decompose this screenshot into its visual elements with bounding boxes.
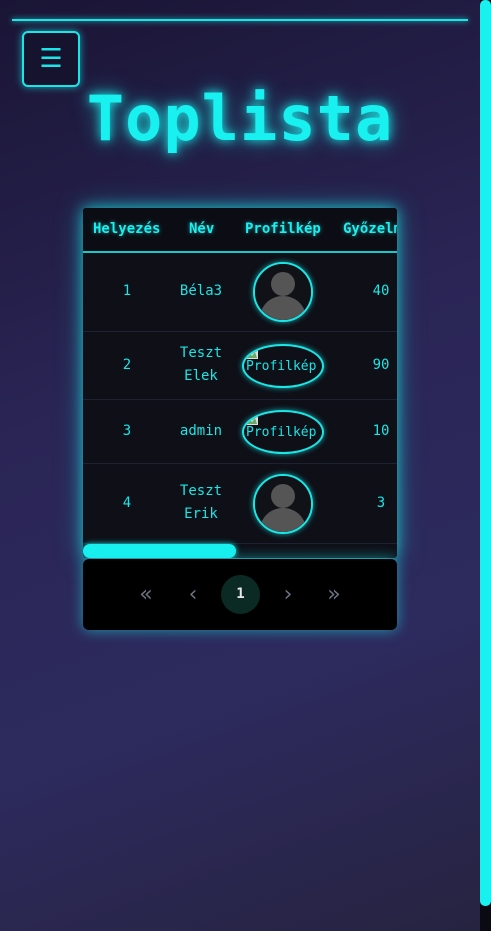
- prev-page-button[interactable]: ‹: [181, 575, 205, 614]
- page-scrollbar-thumb[interactable]: [480, 0, 491, 906]
- avatar-alt-text: Profilkép: [246, 425, 317, 440]
- name-cell: Teszt Erik: [175, 480, 227, 526]
- table-row: 1 Béla3 40: [83, 253, 397, 332]
- name-line: Teszt: [179, 345, 223, 361]
- pagination: « ‹ 1 › »: [83, 559, 397, 630]
- table-horizontal-scrollbar[interactable]: [83, 544, 397, 558]
- table-row: 4 Teszt Erik 3: [83, 464, 397, 544]
- avatar-alt-text: Profilkép: [246, 359, 317, 374]
- current-page-button[interactable]: 1: [221, 575, 260, 614]
- header-divider: [12, 19, 468, 21]
- hamburger-menu-icon: ☰: [39, 44, 63, 74]
- column-header-wins[interactable]: Győzelm: [343, 208, 397, 251]
- broken-image-icon: [246, 349, 258, 359]
- avatar: Profilkép: [242, 410, 324, 454]
- next-page-button[interactable]: ›: [276, 575, 300, 614]
- table-header: Helyezés Név Profilkép Győzelm: [83, 208, 397, 253]
- table-row: 3 admin Profilkép 10: [83, 400, 397, 464]
- avatar: [253, 474, 313, 534]
- page-title: Toplista: [86, 82, 394, 155]
- first-page-button[interactable]: «: [133, 575, 159, 614]
- column-header-name[interactable]: Név: [189, 208, 214, 251]
- name-cell: Teszt Elek: [175, 342, 227, 388]
- rank-cell: 1: [122, 283, 132, 299]
- default-avatar-icon: [255, 264, 311, 320]
- wins-cell: 3: [376, 495, 386, 511]
- last-page-button[interactable]: »: [321, 575, 347, 614]
- rank-cell: 3: [122, 423, 132, 439]
- column-header-avatar[interactable]: Profilkép: [245, 208, 321, 251]
- leaderboard-table: Helyezés Név Profilkép Győzelm 1 Béla3 4…: [83, 208, 397, 558]
- name-cell: Béla3: [179, 283, 223, 299]
- avatar: [253, 262, 313, 322]
- name-line: Erik: [184, 506, 218, 522]
- default-avatar-icon: [255, 476, 311, 532]
- broken-image-icon: [246, 415, 258, 425]
- table-scrollbar-thumb[interactable]: [83, 544, 236, 558]
- avatar: Profilkép: [242, 344, 324, 388]
- name-cell: admin: [179, 423, 223, 439]
- menu-button[interactable]: ☰: [22, 31, 80, 87]
- name-line: Elek: [184, 368, 218, 384]
- column-header-rank[interactable]: Helyezés: [93, 208, 160, 251]
- name-line: Teszt: [179, 483, 223, 499]
- rank-cell: 4: [122, 495, 132, 511]
- wins-cell: 90: [372, 357, 390, 373]
- rank-cell: 2: [122, 357, 132, 373]
- table-row: 2 Teszt Elek Profilkép 90: [83, 332, 397, 400]
- wins-cell: 40: [372, 283, 390, 299]
- wins-cell: 10: [372, 423, 390, 439]
